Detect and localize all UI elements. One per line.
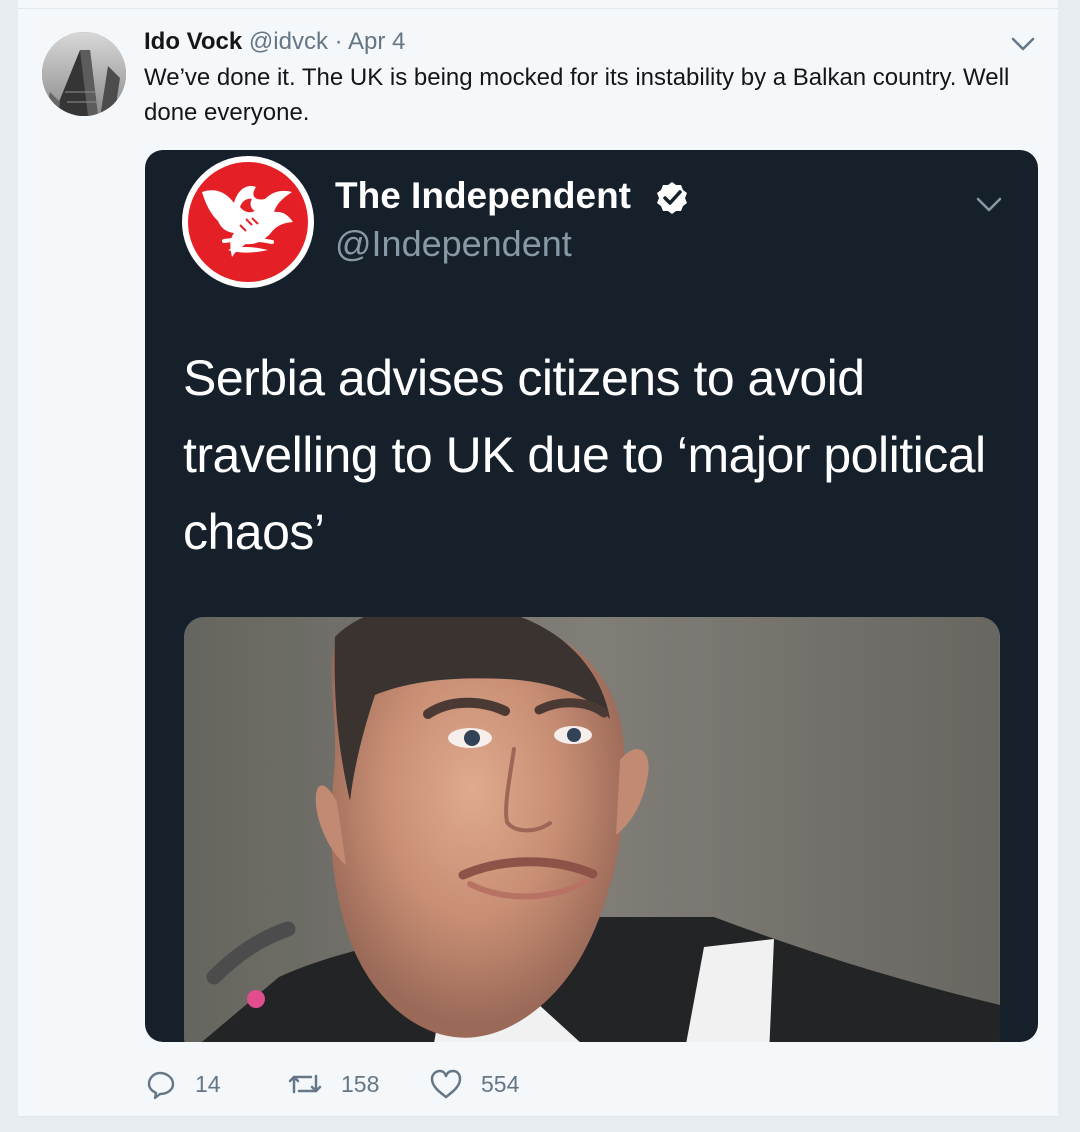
verified-badge-icon (657, 182, 687, 214)
like-count: 554 (481, 1071, 520, 1097)
avatar[interactable] (42, 32, 126, 116)
eagle-logo-icon[interactable] (182, 156, 314, 288)
chevron-down-icon[interactable] (1010, 34, 1036, 54)
quoted-headline: Serbia advises citizens to avoid travell… (183, 350, 986, 560)
like-button[interactable]: 554 (429, 1062, 519, 1106)
tweet-actions: 14 158 554 (145, 1062, 745, 1106)
top-divider (18, 8, 1058, 9)
reply-icon (147, 1071, 175, 1100)
chevron-down-icon[interactable] (975, 193, 1003, 215)
heart-icon (430, 1069, 462, 1099)
user-handle[interactable]: @idvck (249, 28, 328, 55)
header-separator: · (334, 28, 343, 55)
independent-logo-icon (183, 157, 313, 287)
reply-button[interactable]: 14 (145, 1062, 221, 1106)
user-name[interactable]: Ido Vock (144, 28, 242, 55)
politician-photo[interactable] (184, 617, 1000, 1042)
quoted-user-handle[interactable]: @Independent (335, 222, 572, 266)
photo-image (184, 617, 1000, 1042)
tweet-text: We’ve done it. The UK is being mocked fo… (144, 64, 1010, 126)
quoted-user-name[interactable]: The Independent (335, 174, 631, 218)
tweet-date[interactable]: Apr 4 (348, 28, 405, 55)
avatar-image (42, 32, 126, 116)
retweet-icon (288, 1074, 322, 1094)
reply-count: 14 (195, 1071, 221, 1097)
retweet-button[interactable]: 158 (287, 1062, 379, 1106)
tweet-header: Ido Vock @idvck · Apr 4 (144, 26, 405, 58)
quoted-tweet-card[interactable]: The Independent @Independent Serbia advi… (145, 150, 1038, 1042)
retweet-count: 158 (341, 1071, 380, 1097)
